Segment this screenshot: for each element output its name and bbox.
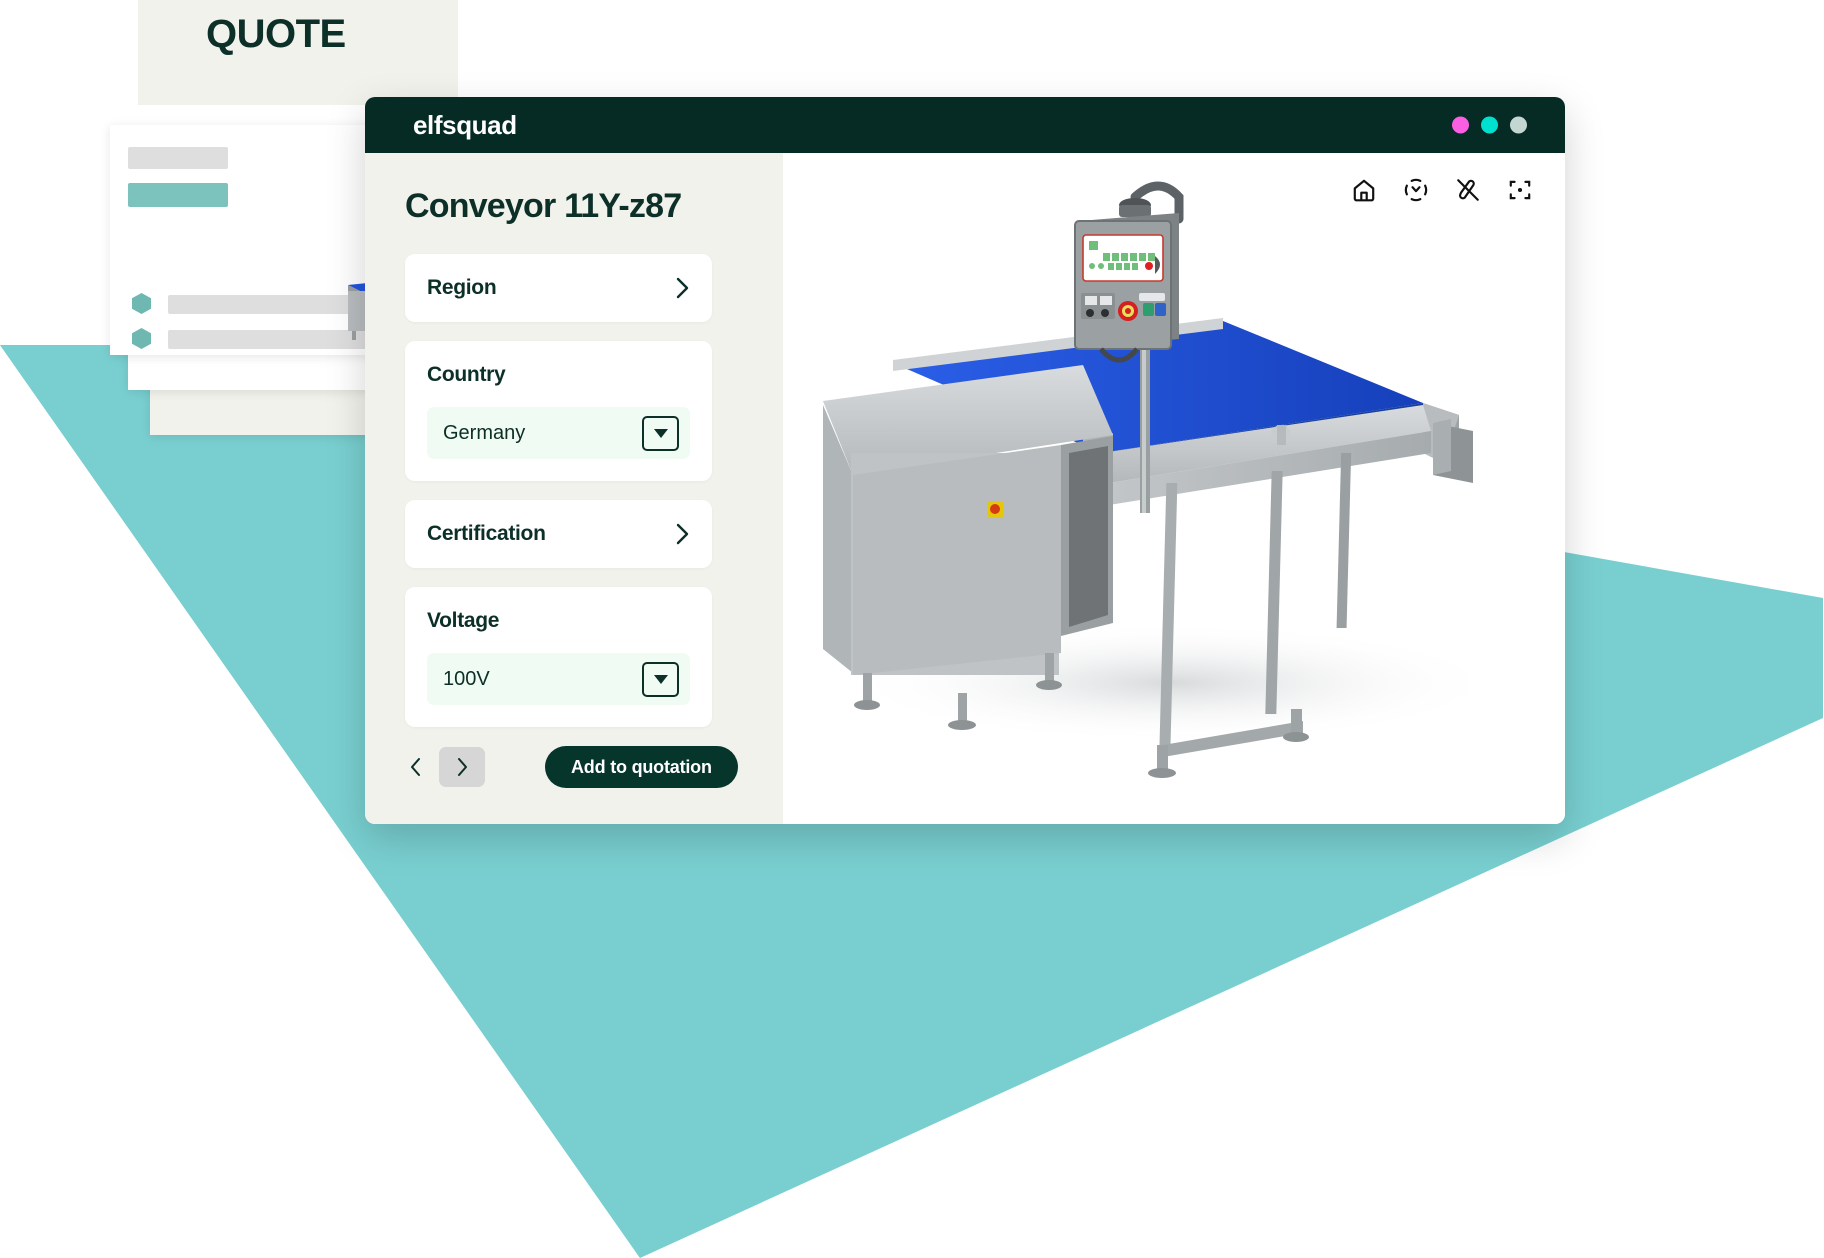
- configurator-window: elfsquad Conveyor 11Y-z87 Region Country…: [365, 97, 1565, 824]
- field-region-row: Region: [427, 276, 690, 300]
- voltage-select-value: 100V: [443, 667, 490, 690]
- next-step-button[interactable]: [439, 747, 485, 787]
- chevron-right-icon: [676, 523, 689, 545]
- conveyor-3d-model[interactable]: [783, 153, 1565, 824]
- field-country-row: Country: [427, 363, 690, 387]
- chevron-right-icon: [676, 277, 689, 299]
- add-to-quotation-button[interactable]: Add to quotation: [545, 746, 738, 788]
- country-select-value: Germany: [443, 421, 526, 444]
- window-body: Conveyor 11Y-z87 Region Country Germany …: [365, 153, 1565, 824]
- field-voltage-label: Voltage: [427, 609, 500, 632]
- configuration-fields: Region Country Germany Certification Vol…: [405, 254, 783, 727]
- caret-shape: [653, 674, 668, 684]
- field-country: Country Germany: [405, 341, 712, 481]
- model-viewport[interactable]: [783, 153, 1565, 824]
- dot-grey[interactable]: [1510, 116, 1527, 134]
- doc-placeholder-bar: [128, 147, 228, 169]
- elfsquad-logo: elfsquad: [413, 109, 517, 140]
- panel-footer: Add to quotation: [405, 746, 745, 788]
- page-stage: QUOTE elfsquad Conveyor 11Y-z87 Region C…: [0, 0, 1824, 1258]
- chevron-right-icon: [458, 758, 467, 776]
- country-select[interactable]: Germany: [427, 407, 690, 459]
- window-titlebar: elfsquad: [365, 97, 1565, 153]
- doc-bullet-hex: [132, 293, 151, 314]
- doc-bullet-hex: [132, 328, 151, 349]
- caret-shape: [653, 428, 668, 438]
- field-region[interactable]: Region: [405, 254, 712, 322]
- field-region-label: Region: [427, 276, 497, 299]
- voltage-select[interactable]: 100V: [427, 653, 690, 705]
- chevron-left-icon: [411, 758, 420, 776]
- product-title: Conveyor 11Y-z87: [405, 187, 682, 225]
- field-certification-row: Certification: [427, 522, 690, 546]
- window-controls[interactable]: [1452, 116, 1527, 134]
- field-country-label: Country: [427, 363, 506, 386]
- dot-cyan[interactable]: [1481, 116, 1498, 134]
- configuration-panel: Conveyor 11Y-z87 Region Country Germany …: [365, 153, 783, 824]
- chevron-down-icon[interactable]: [642, 661, 679, 697]
- quote-card: QUOTE: [138, 0, 458, 105]
- field-certification[interactable]: Certification: [405, 500, 712, 568]
- chevron-down-icon[interactable]: [642, 415, 679, 451]
- field-voltage: Voltage 100V: [405, 587, 712, 727]
- field-certification-label: Certification: [427, 522, 546, 545]
- doc-highlight-bar: [128, 183, 228, 207]
- dot-magenta[interactable]: [1452, 116, 1469, 134]
- quote-card-title: QUOTE: [206, 12, 346, 56]
- field-voltage-row: Voltage: [427, 609, 690, 633]
- previous-step-button[interactable]: [405, 750, 427, 784]
